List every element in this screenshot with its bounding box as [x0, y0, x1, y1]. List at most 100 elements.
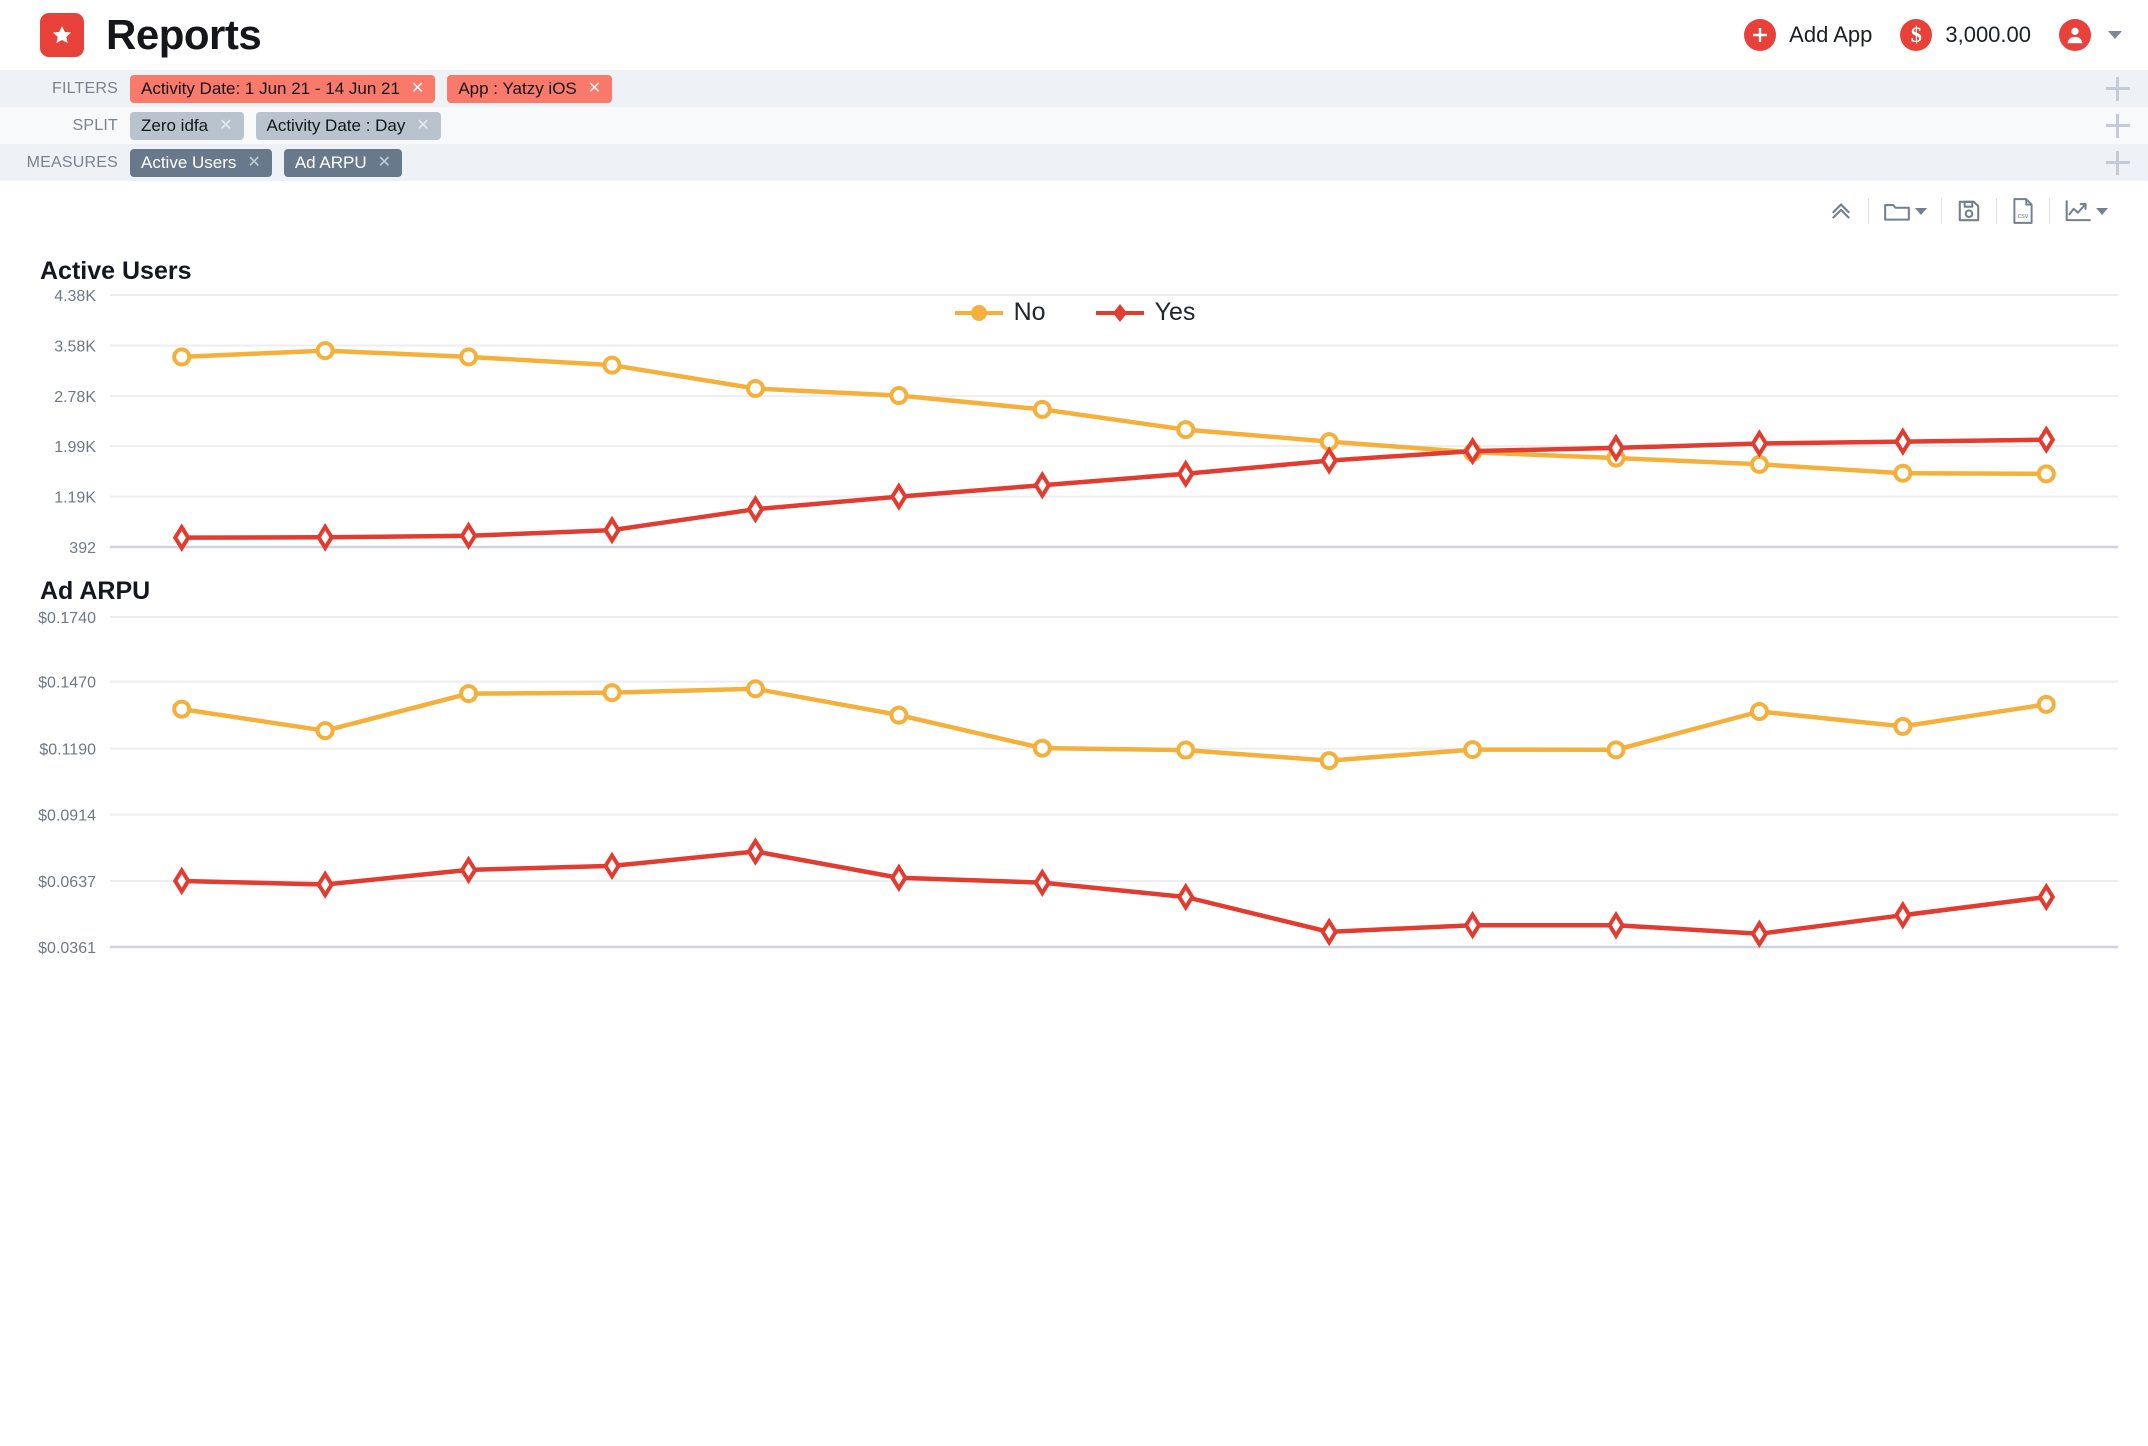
add-measure-button[interactable] — [2106, 150, 2130, 175]
data-point-marker[interactable] — [459, 684, 479, 704]
measures-row: MEASURES Active Users ✕ Ad ARPU ✕ — [0, 144, 2148, 181]
data-point-marker[interactable] — [1033, 868, 1052, 897]
data-point-marker[interactable] — [1176, 882, 1195, 912]
data-point-marker[interactable] — [1463, 910, 1482, 940]
close-icon[interactable]: ✕ — [416, 117, 429, 134]
series-yes — [172, 425, 2056, 552]
save-button[interactable] — [1942, 192, 1996, 230]
add-split-button[interactable] — [2106, 113, 2130, 138]
data-point-marker[interactable] — [1893, 900, 1912, 930]
data-point-marker[interactable] — [459, 521, 478, 551]
y-axis-tick-label: 1.99K — [54, 439, 96, 456]
data-point-marker[interactable] — [602, 683, 622, 703]
user-avatar-icon — [2059, 19, 2091, 51]
floppy-disk-icon — [1956, 198, 1982, 224]
collapse-button[interactable] — [1814, 192, 1868, 230]
chip-label: Activity Date : Day — [266, 115, 406, 135]
ad-arpu-line-chart[interactable]: $0.1740 $0.1470 $0.1190 $0.0914 $0.0637 $0.03… — [0, 571, 2148, 961]
data-point-marker[interactable] — [1320, 917, 1339, 947]
data-point-marker[interactable] — [889, 863, 908, 893]
data-point-marker[interactable] — [1176, 740, 1196, 760]
data-point-marker[interactable] — [603, 515, 621, 545]
line-chart-icon — [2064, 198, 2092, 224]
add-app-button[interactable]: Add App — [1744, 19, 1872, 51]
data-point-marker[interactable] — [603, 851, 621, 881]
split-chip-zero-idfa[interactable]: Zero idfa ✕ — [130, 111, 244, 140]
y-axis-tick-label: $0.0637 — [38, 874, 96, 891]
data-point-marker[interactable] — [745, 379, 765, 399]
measures-chip-list: Active Users ✕ Ad ARPU ✕ — [130, 148, 2148, 177]
data-point-marker[interactable] — [1606, 740, 1626, 760]
close-icon[interactable]: ✕ — [378, 154, 391, 171]
data-point-marker[interactable] — [1032, 399, 1052, 419]
split-chip-list: Zero idfa ✕ Activity Date : Day ✕ — [130, 111, 2148, 140]
data-point-marker[interactable] — [1176, 459, 1195, 489]
chart-title-active-users: Active Users — [40, 257, 192, 285]
add-filter-button[interactable] — [2106, 76, 2130, 101]
split-chip-activity-date-day[interactable]: Activity Date : Day ✕ — [255, 111, 441, 140]
y-axis-tick-label: 3.58K — [54, 339, 96, 356]
export-csv-button[interactable]: csv — [1997, 191, 2049, 231]
data-point-marker[interactable] — [1750, 919, 1769, 949]
data-point-marker[interactable] — [1749, 702, 1769, 722]
data-point-marker[interactable] — [1463, 740, 1483, 760]
close-icon[interactable]: ✕ — [219, 117, 232, 134]
data-point-marker[interactable] — [316, 523, 335, 552]
y-axis-tick-label: 4.38K — [54, 288, 96, 305]
data-point-marker[interactable] — [459, 347, 479, 367]
data-point-marker[interactable] — [2036, 464, 2056, 484]
y-axis-tick-label: 1.19K — [54, 490, 96, 507]
series-no — [172, 679, 2056, 771]
data-point-marker[interactable] — [172, 347, 192, 367]
measure-chip-ad-arpu[interactable]: Ad ARPU ✕ — [283, 148, 403, 177]
data-point-marker[interactable] — [1320, 446, 1339, 475]
data-point-marker[interactable] — [889, 385, 909, 405]
user-menu-button[interactable] — [2059, 19, 2122, 51]
data-point-marker[interactable] — [1033, 470, 1052, 500]
chart-type-button[interactable] — [2050, 192, 2122, 230]
data-point-marker[interactable] — [316, 870, 335, 899]
filter-chip-activity-date[interactable]: Activity Date: 1 Jun 21 - 14 Jun 21 ✕ — [130, 74, 436, 103]
data-point-marker[interactable] — [746, 837, 765, 866]
data-point-marker[interactable] — [2037, 882, 2056, 912]
data-point-marker[interactable] — [1607, 910, 1625, 940]
data-point-marker[interactable] — [1893, 427, 1912, 456]
data-point-marker[interactable] — [1750, 429, 1769, 458]
data-point-marker[interactable] — [1893, 463, 1913, 483]
measures-row-label: MEASURES — [26, 153, 118, 171]
data-point-marker[interactable] — [746, 494, 765, 524]
data-point-marker[interactable] — [1893, 716, 1913, 736]
active-users-line-chart[interactable]: 4.38K 3.58K 2.78K 1.99K 1.19K 392 — [0, 241, 2148, 571]
data-point-marker[interactable] — [172, 699, 192, 719]
data-point-marker[interactable] — [315, 341, 335, 361]
filters-chip-list: Activity Date: 1 Jun 21 - 14 Jun 21 ✕ Ap… — [130, 74, 2148, 103]
close-icon[interactable]: ✕ — [411, 80, 424, 97]
folder-button[interactable] — [1869, 192, 1941, 230]
data-point-marker[interactable] — [459, 855, 478, 885]
y-axis-tick-label: $0.0361 — [38, 940, 96, 957]
filter-bar: FILTERS Activity Date: 1 Jun 21 - 14 Jun… — [0, 70, 2148, 181]
chart-toolbar: csv — [0, 181, 2148, 241]
measure-chip-active-users[interactable]: Active Users ✕ — [130, 148, 272, 177]
data-point-marker[interactable] — [1176, 420, 1196, 440]
data-point-marker[interactable] — [889, 705, 909, 725]
data-point-marker[interactable] — [745, 679, 765, 699]
balance-amount: 3,000.00 — [1945, 22, 2031, 47]
close-icon[interactable]: ✕ — [247, 154, 260, 171]
data-point-marker[interactable] — [315, 721, 335, 741]
balance-display[interactable]: $ 3,000.00 — [1900, 19, 2031, 51]
split-row-label: SPLIT — [72, 116, 118, 134]
data-point-marker[interactable] — [172, 523, 191, 552]
y-axis-tick-label: $0.0914 — [38, 808, 96, 825]
data-point-marker[interactable] — [602, 355, 622, 375]
data-point-marker[interactable] — [2037, 425, 2056, 454]
data-point-marker[interactable] — [172, 866, 191, 896]
filter-chip-app[interactable]: App : Yatzy iOS ✕ — [447, 74, 613, 103]
data-point-marker[interactable] — [1032, 738, 1052, 758]
data-point-marker[interactable] — [1749, 454, 1769, 474]
data-point-marker[interactable] — [1319, 751, 1339, 771]
data-point-marker[interactable] — [889, 482, 908, 511]
y-axis-tick-label: 2.78K — [54, 389, 96, 406]
data-point-marker[interactable] — [2036, 694, 2056, 714]
close-icon[interactable]: ✕ — [588, 80, 601, 97]
